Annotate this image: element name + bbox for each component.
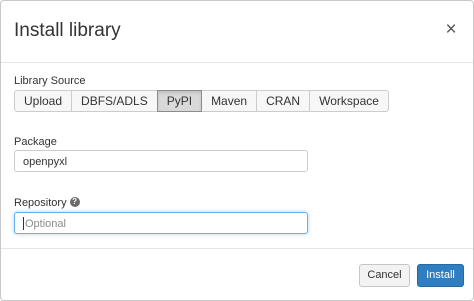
library-source-label: Library Source [14, 75, 86, 87]
source-option-dbfs-adls[interactable]: DBFS/ADLS [71, 90, 158, 112]
dialog-footer: Cancel Install [1, 248, 473, 300]
install-library-dialog: Install library × Library Source Upload … [0, 0, 474, 301]
package-input[interactable]: openpyxl [14, 150, 308, 172]
repository-placeholder: Optional [25, 218, 66, 230]
source-option-maven[interactable]: Maven [201, 90, 258, 112]
source-option-upload[interactable]: Upload [14, 90, 73, 112]
install-button[interactable]: Install [417, 264, 464, 287]
help-icon[interactable]: ? [69, 197, 80, 208]
text-cursor [23, 216, 24, 230]
library-source-selector: Upload DBFS/ADLS PyPI Maven CRAN Workspa… [14, 90, 389, 112]
source-option-cran[interactable]: CRAN [256, 90, 311, 112]
dialog-title: Install library [14, 20, 121, 41]
repository-label: Repository [14, 197, 67, 209]
cancel-button[interactable]: Cancel [359, 264, 410, 287]
close-icon[interactable]: × [443, 19, 459, 41]
repository-input[interactable]: Optional [14, 212, 308, 234]
source-option-workspace[interactable]: Workspace [309, 90, 389, 112]
source-option-pypi[interactable]: PyPI [156, 90, 203, 112]
repository-label-row: Repository? [14, 196, 80, 210]
package-label: Package [14, 136, 57, 148]
dialog-header: Install library × [1, 1, 473, 63]
